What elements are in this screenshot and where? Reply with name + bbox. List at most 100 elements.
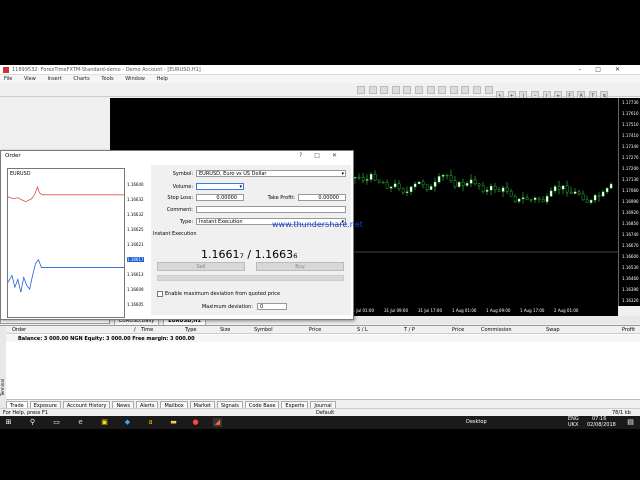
- menu-tools[interactable]: Tools: [101, 76, 113, 82]
- candle-body: [353, 177, 357, 179]
- tick-price-label: 1.16605: [127, 302, 144, 307]
- toolbar-button[interactable]: [403, 86, 412, 94]
- menu-window[interactable]: Window: [125, 76, 145, 82]
- candle-body: [465, 183, 469, 186]
- candle-body: [605, 187, 609, 193]
- dropbox-icon[interactable]: ◆: [123, 418, 132, 427]
- balance-row[interactable]: Balance: 3 000.00 NGN Equity: 3 000.00 F…: [6, 335, 640, 342]
- candle-body: [501, 187, 505, 192]
- comment-input[interactable]: [196, 206, 346, 213]
- window-title: 11899532: ForexTimeFXTM-Standard-demo - …: [12, 67, 201, 73]
- takeprofit-input[interactable]: 0.00000: [298, 194, 346, 201]
- col-commission: Commission: [481, 327, 512, 333]
- sell-button[interactable]: Sell: [157, 262, 245, 271]
- max-deviation-input[interactable]: 0: [257, 303, 287, 310]
- toolbar-button[interactable]: [368, 86, 377, 94]
- menu-view[interactable]: View: [24, 76, 36, 82]
- toolbar-button[interactable]: [461, 86, 470, 94]
- status-bar: For Help, press F1 Default 78/1 kb: [0, 408, 640, 416]
- col-order: Order: [12, 327, 27, 333]
- price-axis-label: 1.16670: [622, 243, 639, 248]
- clock-date: 02/08/2018: [587, 422, 616, 428]
- candle-body: [525, 197, 529, 200]
- toolbar-button[interactable]: [357, 86, 365, 94]
- window-controls[interactable]: –□✕: [578, 66, 634, 73]
- toolbar-button[interactable]: [426, 86, 435, 94]
- price-axis-label: 1.17610: [622, 111, 639, 116]
- tick-price-label: 1.16632: [127, 197, 144, 202]
- candle-body: [541, 199, 545, 202]
- candle-body: [557, 186, 561, 190]
- notification-icon[interactable]: ▤: [626, 418, 635, 427]
- section-label: Instant Execution: [153, 231, 197, 237]
- terminal-header: Order / Time Type Size Symbol Price S / …: [6, 326, 640, 334]
- price-axis-label: 1.16320: [622, 298, 639, 303]
- candle-body: [509, 191, 513, 197]
- time-axis-label: 1 Aug 17:00: [520, 308, 545, 313]
- menu-bar: File View Insert Charts Tools Window Hel…: [0, 75, 640, 83]
- toolbar-button[interactable]: [484, 86, 493, 94]
- candle-body: [421, 181, 425, 186]
- stoploss-input[interactable]: 0.00000: [196, 194, 244, 201]
- candle-body: [357, 177, 361, 179]
- col-sl: S / L: [357, 327, 368, 333]
- metatrader-icon[interactable]: ◢: [213, 418, 222, 427]
- price-axis-label: 1.17270: [622, 155, 639, 160]
- toolbar-button[interactable]: [391, 86, 400, 94]
- menu-file[interactable]: File: [4, 76, 12, 82]
- candle-body: [593, 195, 597, 201]
- candle-body: [533, 197, 537, 200]
- candle-body: [573, 191, 577, 194]
- symbol-select[interactable]: EURUSD, Euro vs US Dollar: [196, 170, 346, 177]
- candle-body: [401, 188, 405, 193]
- windows-start-icon[interactable]: ⊞: [4, 418, 13, 427]
- desktop-screen: 11899532: ForexTimeFXTM-Standard-demo - …: [0, 65, 640, 416]
- col-profit: Profit: [622, 327, 636, 333]
- candle-body: [453, 180, 457, 187]
- region-label: UKX: [568, 422, 579, 428]
- terminal-panel: Terminal Order / Time Type Size Symbol P…: [0, 325, 640, 411]
- file-explorer-icon[interactable]: ▬: [169, 418, 178, 427]
- chrome-icon[interactable]: ●: [191, 418, 200, 427]
- price-axis-label: 1.17060: [622, 188, 639, 193]
- candle-body: [505, 187, 509, 192]
- candle-body: [577, 191, 581, 195]
- time-axis-label: 1 Aug 09:00: [486, 308, 511, 313]
- price-axis-label: 1.17200: [622, 166, 639, 171]
- toolbar-button[interactable]: [472, 86, 481, 94]
- dialog-controls[interactable]: ?□✕: [299, 152, 349, 159]
- desktop-label[interactable]: Desktop: [466, 419, 487, 425]
- toolbar-button[interactable]: [438, 86, 447, 94]
- buy-button[interactable]: Buy: [256, 262, 344, 271]
- col-swap: Swap: [546, 327, 560, 333]
- task-view-icon[interactable]: ▭: [52, 418, 61, 427]
- tick-price-label: 1.16640: [127, 182, 144, 187]
- price-axis-label: 1.17730: [622, 100, 639, 105]
- order-dialog: Order ?□✕ EURUSD 1.16640 1.16632 1.16632 1.…: [0, 150, 354, 320]
- store-icon[interactable]: ▣: [100, 418, 109, 427]
- type-label: Type:: [179, 219, 193, 225]
- menu-charts[interactable]: Charts: [73, 76, 89, 82]
- col-slash: /: [134, 327, 136, 333]
- amazon-icon[interactable]: a: [146, 418, 155, 427]
- menu-help[interactable]: Help: [157, 76, 168, 82]
- tick-symbol: EURUSD: [10, 171, 31, 177]
- candle-body: [377, 179, 381, 183]
- time-axis-label: 2 Aug 01:00: [554, 308, 579, 313]
- candle-body: [425, 184, 429, 190]
- candle-body: [489, 185, 493, 191]
- edge-browser-icon[interactable]: e: [76, 418, 85, 427]
- title-bar: 11899532: ForexTimeFXTM-Standard-demo - …: [0, 65, 640, 75]
- toolbar-button[interactable]: [380, 86, 389, 94]
- search-icon[interactable]: ⚲: [28, 418, 37, 427]
- quote-display: 1.1661₇ / 1.1663₆: [201, 248, 298, 261]
- toolbar-button[interactable]: [449, 86, 458, 94]
- candle-body: [481, 185, 485, 192]
- toolbar-button[interactable]: [414, 86, 423, 94]
- deviation-checkbox[interactable]: [157, 291, 163, 297]
- candle-body: [457, 182, 461, 187]
- max-deviation-label: Maximum deviation:: [201, 304, 253, 310]
- menu-insert[interactable]: Insert: [47, 76, 61, 82]
- volume-input[interactable]: [196, 183, 244, 190]
- candle-body: [497, 189, 501, 192]
